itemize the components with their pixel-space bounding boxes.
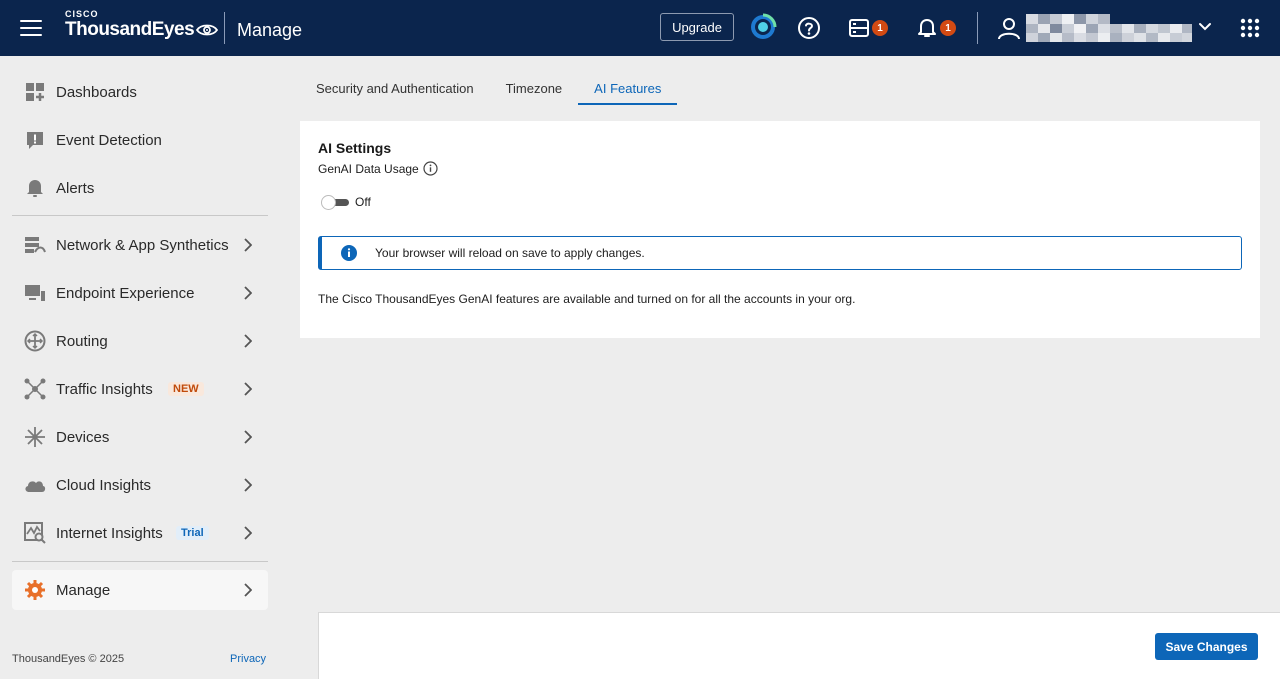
sidebar-item-devices[interactable]: Devices — [12, 417, 268, 457]
ai-settings-card: AI Settings GenAI Data Usage Off Your br… — [300, 121, 1260, 338]
footer-copyright: ThousandEyes © 2025 — [12, 653, 125, 665]
sidebar-item-label: Dashboards — [56, 83, 137, 101]
ai-settings-title: AI Settings — [318, 140, 392, 156]
chevron-right-icon — [244, 478, 252, 492]
chevron-down-icon — [1199, 23, 1211, 31]
sidebar-item-label: Event Detection — [56, 131, 162, 149]
help-button[interactable] — [797, 16, 821, 40]
toggle-state-label: Off — [355, 195, 371, 209]
reload-info-alert: Your browser will reload on save to appl… — [318, 236, 1242, 270]
sidebar-item-label: Traffic Insights — [56, 380, 153, 398]
sidebar-item-label: Manage — [56, 581, 111, 599]
sidebar-item-label: Network & App Synthetics — [56, 236, 229, 254]
sidebar-item-label: Devices — [56, 428, 110, 446]
help-icon — [798, 17, 820, 39]
user-icon — [998, 18, 1020, 40]
apps-grid-icon — [1240, 18, 1260, 38]
bell-icon — [24, 177, 46, 199]
sidebar-item-manage[interactable]: Manage — [12, 570, 268, 610]
info-icon[interactable] — [423, 161, 438, 176]
gear-icon — [24, 579, 46, 601]
brand-logo[interactable]: CISCO ThousandEyes — [65, 9, 219, 41]
notifications-button[interactable]: 1 — [917, 18, 956, 38]
section-title: Manage — [237, 20, 303, 40]
trial-badge: Trial — [176, 526, 209, 540]
devices-icon — [24, 426, 46, 448]
alert-message: Your browser will reload on save to appl… — [375, 246, 645, 260]
info-circle-icon — [341, 245, 357, 261]
sidebar-item-network-app-synthetics[interactable]: Network & App Synthetics — [12, 225, 268, 265]
alert-square-icon — [24, 129, 46, 151]
cisco-label: CISCO — [65, 9, 99, 19]
assistant-button[interactable] — [748, 12, 778, 42]
bell-icon — [918, 19, 936, 37]
chevron-right-icon — [244, 382, 252, 396]
cloud-icon — [24, 474, 46, 496]
sidebar-item-routing[interactable]: Routing — [12, 321, 268, 361]
tasks-badge: 1 — [872, 20, 888, 36]
routing-icon — [24, 330, 46, 352]
apps-grid-button[interactable] — [1240, 18, 1260, 38]
eye-logo-icon — [196, 24, 219, 36]
user-menu-chevron[interactable] — [1198, 22, 1212, 32]
tab-timezone[interactable]: Timezone — [490, 72, 579, 105]
privacy-link[interactable]: Privacy — [230, 653, 266, 665]
assistant-icon — [751, 13, 777, 39]
chevron-right-icon — [244, 526, 252, 540]
genai-description: The Cisco ThousandEyes GenAI features ar… — [318, 292, 856, 306]
sidebar-item-label: Routing — [56, 332, 108, 350]
sidebar-item-internet-insights[interactable]: Internet Insights Trial — [12, 513, 268, 553]
header-divider-2 — [977, 12, 978, 44]
upgrade-button[interactable]: Upgrade — [660, 13, 734, 41]
sidebar-divider — [12, 215, 268, 216]
notifications-badge: 1 — [940, 20, 956, 36]
sidebar-item-dashboards[interactable]: Dashboards — [12, 72, 268, 112]
sidebar-item-alerts[interactable]: Alerts — [12, 168, 268, 208]
chevron-right-icon — [244, 334, 252, 348]
menu-icon[interactable] — [20, 17, 42, 39]
chevron-right-icon — [244, 430, 252, 444]
internet-insights-icon — [24, 522, 46, 544]
sidebar: Dashboards Event Detection Alerts Networ… — [0, 56, 280, 679]
sidebar-item-traffic-insights[interactable]: Traffic Insights NEW — [12, 369, 268, 409]
brand-name: ThousandEyes — [65, 19, 195, 40]
sidebar-item-label: Endpoint Experience — [56, 284, 195, 302]
chevron-right-icon — [244, 238, 252, 252]
sidebar-item-cloud-insights[interactable]: Cloud Insights — [12, 465, 268, 505]
user-name-redacted[interactable] — [1026, 14, 1192, 42]
genai-usage-toggle[interactable] — [321, 195, 349, 210]
chevron-right-icon — [244, 583, 252, 597]
new-badge: NEW — [168, 382, 204, 396]
tasks-button[interactable]: 1 — [849, 19, 888, 37]
chevron-right-icon — [244, 286, 252, 300]
genai-usage-label: GenAI Data Usage — [318, 161, 419, 176]
action-bar: Save Changes — [318, 612, 1280, 679]
network-icon — [24, 234, 46, 256]
header-divider — [224, 12, 225, 44]
sidebar-divider — [12, 561, 268, 562]
tab-security-authentication[interactable]: Security and Authentication — [300, 72, 490, 105]
sidebar-item-event-detection[interactable]: Event Detection — [12, 120, 268, 160]
top-bar: CISCO ThousandEyes Manage Upgrade 1 1 — [0, 0, 1280, 56]
sidebar-item-label: Internet Insights — [56, 524, 163, 542]
sidebar-item-label: Cloud Insights — [56, 476, 152, 494]
sidebar-item-label: Alerts — [56, 179, 95, 197]
sidebar-item-endpoint-experience[interactable]: Endpoint Experience — [12, 273, 268, 313]
traffic-icon — [24, 378, 46, 400]
endpoint-icon — [24, 282, 46, 304]
settings-tabs: Security and Authentication Timezone AI … — [300, 72, 678, 105]
tab-ai-features[interactable]: AI Features — [578, 72, 678, 105]
save-changes-button[interactable]: Save Changes — [1155, 633, 1258, 660]
dashboards-icon — [24, 81, 46, 103]
tasks-icon — [849, 19, 869, 37]
user-menu[interactable] — [997, 16, 1021, 40]
